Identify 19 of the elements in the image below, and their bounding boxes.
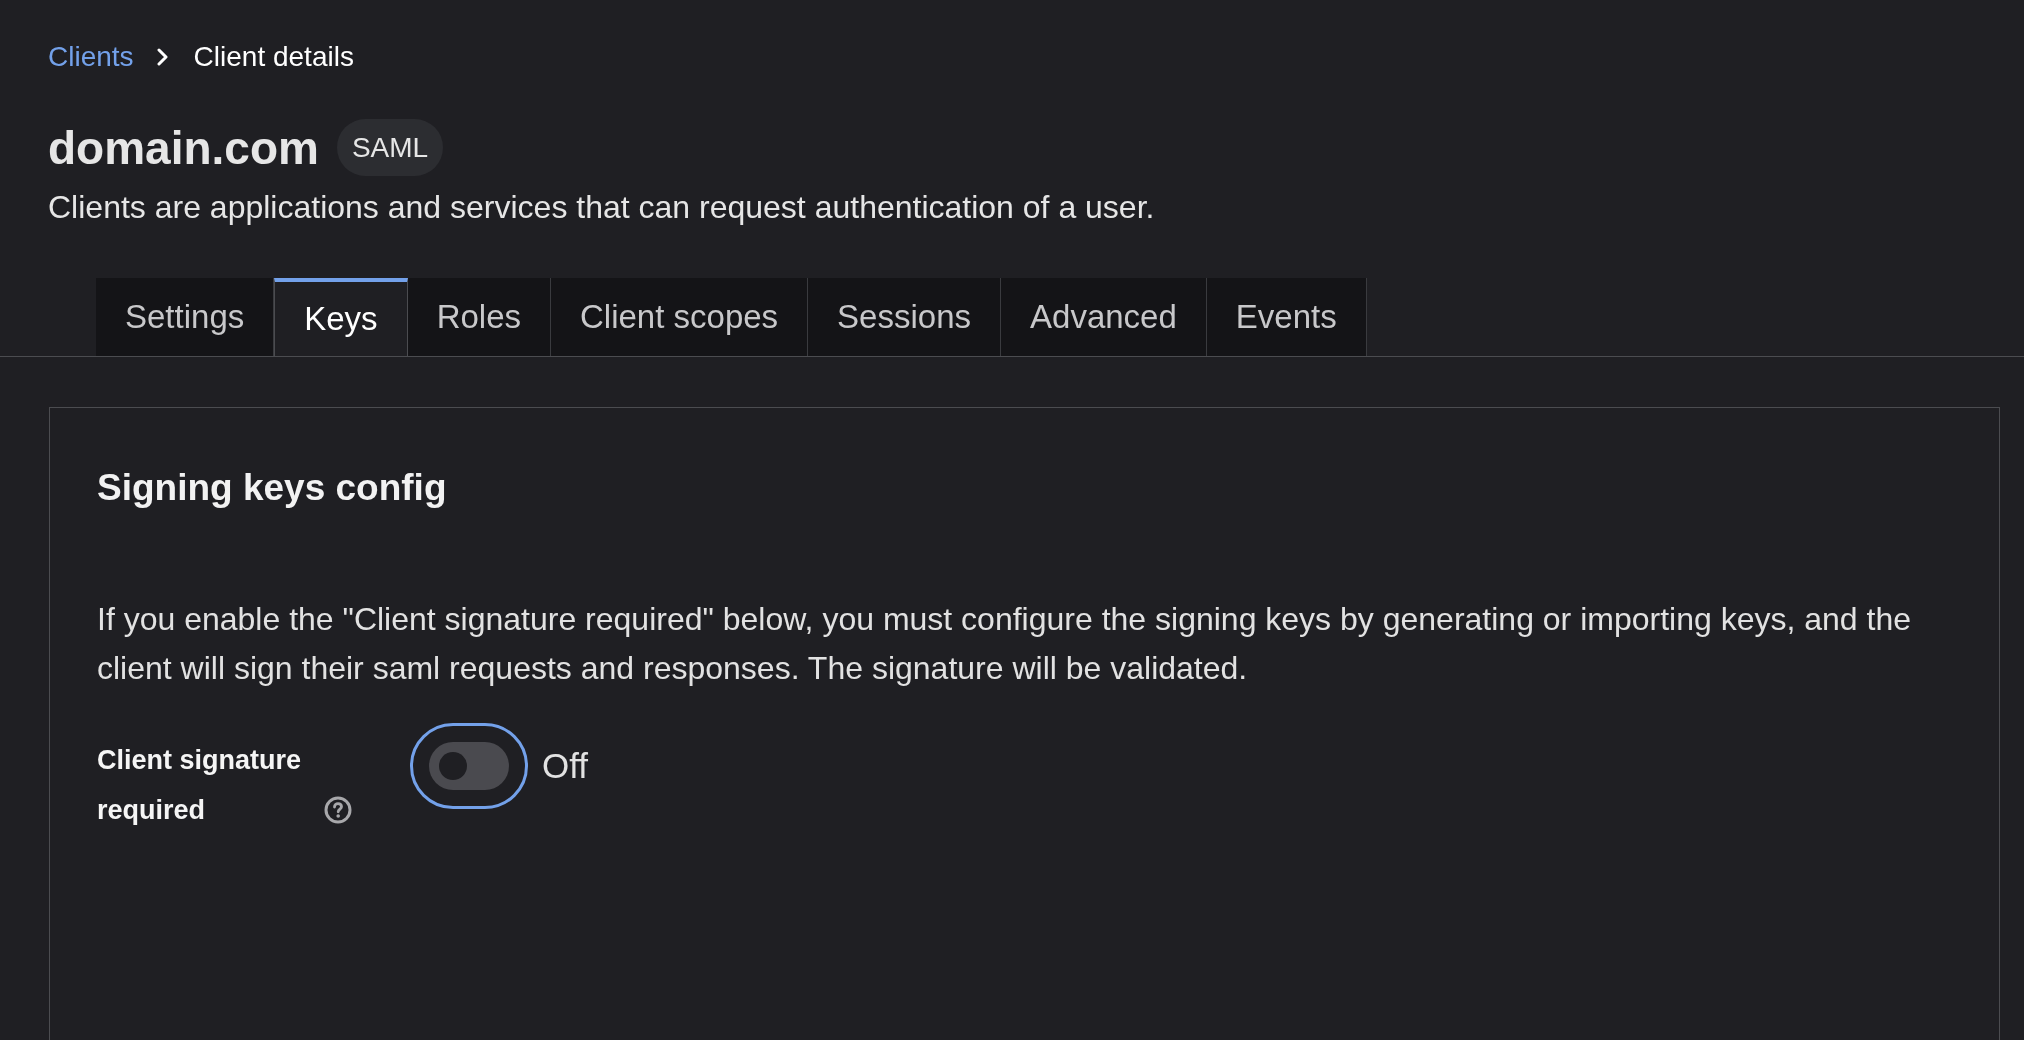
page-title: domain.com bbox=[48, 124, 319, 171]
help-icon[interactable] bbox=[324, 796, 352, 824]
tab[interactable]: Sessions bbox=[808, 278, 1001, 356]
breadcrumb-current: Client details bbox=[193, 41, 354, 73]
tab[interactable]: Client scopes bbox=[551, 278, 809, 356]
field-label: Client signature required bbox=[97, 744, 303, 827]
breadcrumb-link[interactable]: Clients bbox=[48, 41, 134, 73]
tab[interactable]: Events bbox=[1206, 278, 1367, 356]
card-title: Signing keys config bbox=[97, 466, 448, 510]
tab[interactable]: Advanced bbox=[1001, 278, 1207, 356]
protocol-badge: SAML bbox=[336, 119, 444, 176]
tab[interactable]: Keys bbox=[274, 278, 408, 356]
tab[interactable]: Settings bbox=[96, 278, 275, 356]
tab[interactable]: Roles bbox=[407, 278, 551, 356]
toggle-switch[interactable] bbox=[410, 723, 528, 809]
switch-status: Off bbox=[542, 744, 589, 787]
chevron-right-icon bbox=[156, 48, 169, 66]
card-description: If you enable the "Client signature required" below, you must configure the signing keys by generating or importing keys, and the client will sign their saml requests and responses. The signature will be validated. bbox=[97, 600, 1912, 688]
page-description: Clients are applications and services that can request authentication of a user. bbox=[48, 188, 1156, 226]
